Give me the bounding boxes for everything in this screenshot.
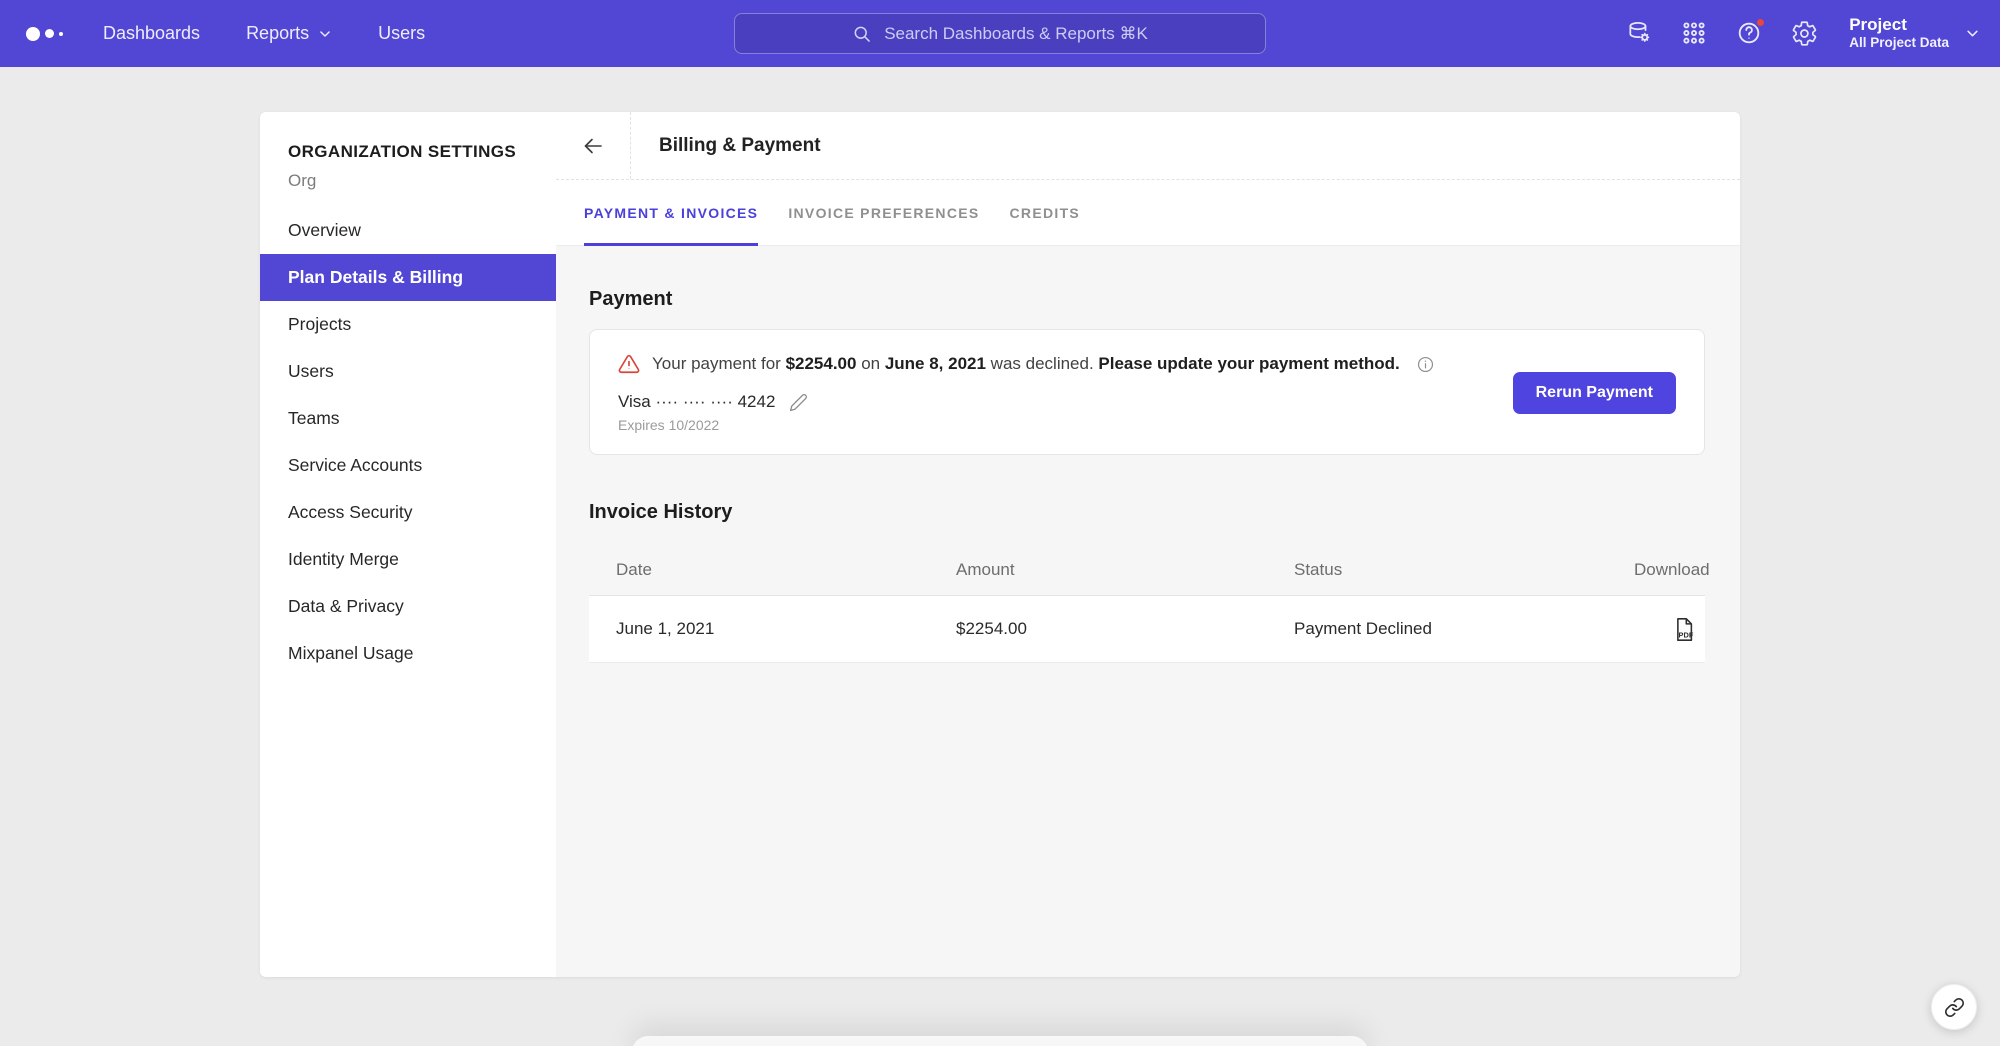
sidebar-item-users[interactable]: Users [260, 348, 556, 395]
column-download: Download [1634, 560, 1710, 580]
settings-gear-icon[interactable] [1790, 19, 1818, 47]
alert-cta: Please update your payment method. [1098, 354, 1399, 373]
sidebar-item-service-accounts[interactable]: Service Accounts [260, 442, 556, 489]
sidebar-item-data-privacy[interactable]: Data & Privacy [260, 583, 556, 630]
page-header: Billing & Payment [556, 112, 1740, 180]
payment-card: Your payment for $2254.00 on June 8, 202… [589, 329, 1705, 455]
nav-users-label: Users [378, 23, 425, 44]
payment-declined-alert: Your payment for $2254.00 on June 8, 202… [618, 353, 1435, 375]
sidebar-item-identity-merge[interactable]: Identity Merge [260, 536, 556, 583]
info-circle-icon[interactable] [1416, 355, 1435, 374]
sidebar-item-mixpanel-usage[interactable]: Mixpanel Usage [260, 630, 556, 677]
svg-text:PDF: PDF [1679, 630, 1694, 639]
invoice-history-heading: Invoice History [589, 501, 1705, 524]
cell-status: Payment Declined [1294, 619, 1634, 639]
mixpanel-logo-icon[interactable] [26, 27, 63, 41]
sidebar-item-plan-details-billing[interactable]: Plan Details & Billing [260, 254, 556, 301]
search-placeholder: Search Dashboards & Reports ⌘K [884, 24, 1148, 44]
payment-method-row: Visa ···· ···· ···· 4242 [618, 392, 1435, 412]
help-icon[interactable] [1735, 19, 1763, 47]
sidebar-title: ORGANIZATION SETTINGS [260, 142, 556, 162]
sidebar-menu: Overview Plan Details & Billing Projects… [260, 207, 556, 677]
invoice-table: Date Amount Status Download June 1, 2021… [589, 544, 1705, 663]
settings-panel: ORGANIZATION SETTINGS Org Overview Plan … [260, 112, 1740, 977]
tab-invoice-preferences[interactable]: INVOICE PREFERENCES [788, 180, 979, 245]
alert-amount: $2254.00 [786, 354, 857, 373]
search-icon [852, 24, 872, 44]
payment-card-left: Your payment for $2254.00 on June 8, 202… [618, 353, 1435, 433]
bottom-toast-shadow [632, 1036, 1368, 1046]
org-settings-sidebar: ORGANIZATION SETTINGS Org Overview Plan … [260, 112, 556, 977]
tab-credits[interactable]: CREDITS [1010, 180, 1081, 245]
pencil-edit-icon [789, 393, 808, 412]
chevron-down-icon [1965, 26, 1980, 41]
invoice-table-header: Date Amount Status Download [589, 544, 1705, 596]
data-settings-icon[interactable] [1625, 19, 1653, 47]
card-expiry: Expires 10/2022 [618, 417, 1435, 433]
topbar: Dashboards Reports Users Search Dashboar… [0, 0, 2000, 67]
billing-main: Billing & Payment PAYMENT & INVOICES INV… [556, 112, 1740, 977]
billing-tabs: PAYMENT & INVOICES INVOICE PREFERENCES C… [556, 180, 1740, 246]
cell-date: June 1, 2021 [616, 619, 956, 639]
pdf-file-icon: PDF [1670, 616, 1697, 643]
tab-payment-invoices[interactable]: PAYMENT & INVOICES [584, 180, 758, 245]
apps-grid-icon[interactable] [1680, 19, 1708, 47]
sidebar-org-name: Org [260, 171, 556, 191]
search-input[interactable]: Search Dashboards & Reports ⌘K [734, 13, 1266, 54]
edit-payment-method-button[interactable] [789, 393, 808, 412]
back-button[interactable] [556, 112, 631, 179]
link-icon [1944, 997, 1965, 1018]
project-label: Project [1849, 15, 1949, 35]
cell-download: PDF [1634, 616, 1697, 643]
chevron-down-icon [318, 27, 332, 41]
sidebar-item-access-security[interactable]: Access Security [260, 489, 556, 536]
rerun-payment-button[interactable]: Rerun Payment [1513, 372, 1676, 414]
alert-text: Your payment for $2254.00 on June 8, 202… [652, 354, 1400, 374]
nav-reports[interactable]: Reports [246, 23, 332, 44]
sidebar-item-teams[interactable]: Teams [260, 395, 556, 442]
nav-dashboards[interactable]: Dashboards [103, 23, 200, 44]
download-pdf-button[interactable]: PDF [1670, 616, 1697, 643]
page-title: Billing & Payment [631, 135, 821, 157]
nav-users[interactable]: Users [378, 23, 425, 44]
warning-triangle-icon [618, 353, 640, 375]
column-date: Date [616, 560, 956, 580]
share-link-button[interactable] [1931, 984, 1977, 1030]
top-nav: Dashboards Reports Users [103, 23, 425, 44]
table-row: June 1, 2021 $2254.00 Payment Declined P… [589, 596, 1705, 663]
project-value: All Project Data [1849, 35, 1949, 52]
sidebar-item-overview[interactable]: Overview [260, 207, 556, 254]
topbar-right: Project All Project Data [1625, 15, 1980, 52]
alert-date: June 8, 2021 [885, 354, 986, 373]
column-amount: Amount [956, 560, 1294, 580]
cell-amount: $2254.00 [956, 619, 1294, 639]
nav-reports-label: Reports [246, 23, 309, 44]
nav-dashboards-label: Dashboards [103, 23, 200, 44]
payment-section-heading: Payment [589, 288, 1705, 311]
sidebar-item-projects[interactable]: Projects [260, 301, 556, 348]
card-number: Visa ···· ···· ···· 4242 [618, 392, 775, 412]
project-selector[interactable]: Project All Project Data [1849, 15, 1980, 52]
tab-content: Payment Your payment for $2254.00 on J [556, 246, 1740, 977]
notification-dot [1755, 17, 1766, 28]
arrow-left-icon [581, 134, 605, 158]
column-status: Status [1294, 560, 1634, 580]
